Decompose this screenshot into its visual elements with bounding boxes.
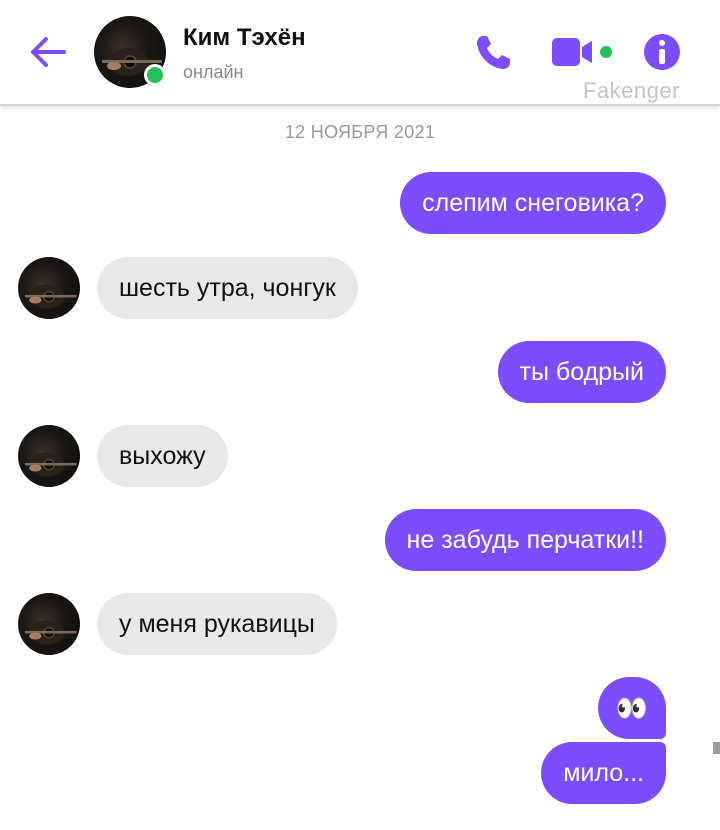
- date-divider: 12 НОЯБРЯ 2021: [284, 122, 436, 142]
- phone-icon[interactable]: [474, 32, 514, 72]
- message-incoming[interactable]: у меня рукавицы: [97, 593, 337, 655]
- message-outgoing[interactable]: мило...: [541, 742, 666, 804]
- video-camera-icon[interactable]: [550, 34, 614, 70]
- info-icon[interactable]: [642, 32, 682, 72]
- message-incoming[interactable]: шесть утра, чонгук: [97, 257, 358, 319]
- message-outgoing[interactable]: слепим снеговика?: [400, 172, 666, 234]
- avatar: [18, 593, 80, 655]
- scrollbar[interactable]: [713, 742, 720, 754]
- message-outgoing[interactable]: не забудь перчатки!!: [384, 509, 666, 571]
- back-arrow-icon[interactable]: [28, 32, 68, 72]
- watermark: Fakenger: [583, 78, 680, 103]
- message-outgoing-emoji[interactable]: 👀: [597, 677, 666, 739]
- message-outgoing[interactable]: ты бодрый: [497, 341, 666, 403]
- avatar: [18, 257, 80, 319]
- avatar: [18, 425, 80, 487]
- contact-status: онлайн: [183, 62, 244, 82]
- online-indicator: [144, 64, 166, 86]
- message-incoming[interactable]: выхожу: [97, 425, 228, 487]
- contact-name: Ким Тэхён: [183, 24, 306, 51]
- contact-avatar[interactable]: [94, 16, 166, 88]
- chat-header: Ким Тэхён онлайн Fakenger: [0, 0, 720, 106]
